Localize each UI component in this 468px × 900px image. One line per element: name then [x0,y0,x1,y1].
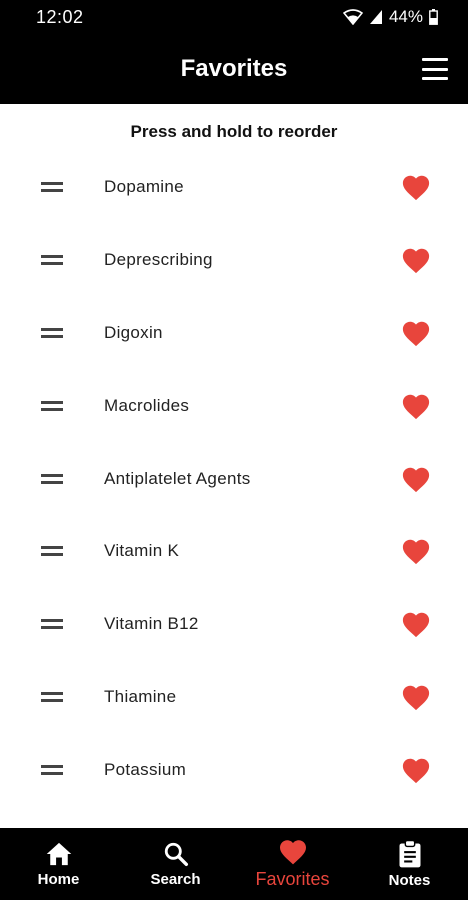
list-item-label[interactable]: Dopamine [104,177,184,197]
list-item-label[interactable]: Antiplatelet Agents [104,469,251,489]
app-bar: Favorites [0,34,468,104]
list-item-label[interactable]: Digoxin [104,323,163,343]
nav-label: Home [37,870,80,888]
nav-search[interactable]: Search [117,828,234,900]
favorites-list: Dopamine Deprescribing Digoxin Macrolide… [0,151,468,806]
heart-icon[interactable] [401,610,431,638]
battery-percent: 44% [388,7,423,26]
nav-label: Favorites [255,868,330,889]
status-time: 12:02 [36,6,84,27]
clipboard-icon [398,839,422,872]
list-item[interactable]: Vitamin K [0,515,468,588]
drag-handle-icon[interactable] [41,473,63,484]
list-item[interactable]: Vitamin B12 [0,588,468,661]
heart-icon[interactable] [401,319,431,347]
battery-icon [429,9,438,25]
drag-handle-icon[interactable] [41,255,63,266]
heart-icon[interactable] [401,173,431,201]
list-item-label[interactable]: Vitamin B12 [104,614,199,634]
bottom-nav: Home Search Favorites Notes [0,828,468,900]
home-icon [45,841,73,871]
drag-handle-icon[interactable] [41,400,63,411]
nav-notes[interactable]: Notes [351,828,468,900]
list-item[interactable]: Potassium [0,733,468,806]
nav-label: Notes [388,871,431,889]
hamburger-menu-icon[interactable] [422,57,448,81]
reorder-hint: Press and hold to reorder [130,122,338,141]
list-item[interactable]: Antiplatelet Agents [0,442,468,515]
wifi-icon [342,9,363,25]
list-item-label[interactable]: Macrolides [104,396,189,416]
heart-icon[interactable] [401,465,431,493]
page-title: Favorites [180,55,288,82]
signal-icon [369,9,383,25]
list-item[interactable]: Dopamine [0,151,468,224]
list-item[interactable]: Macrolides [0,369,468,442]
heart-icon[interactable] [401,756,431,784]
search-icon [163,841,189,871]
list-item[interactable]: Thiamine [0,661,468,734]
list-item[interactable]: Deprescribing [0,224,468,297]
list-item-label[interactable]: Thiamine [104,687,176,707]
status-bar: 12:02 44% [0,0,468,34]
drag-handle-icon[interactable] [41,546,63,557]
nav-favorites[interactable]: Favorites [234,828,351,900]
heart-icon[interactable] [401,537,431,565]
nav-label: Search [150,870,201,888]
drag-handle-icon[interactable] [41,182,63,193]
status-icons: 44% [342,7,438,27]
heart-icon[interactable] [401,683,431,711]
drag-handle-icon[interactable] [41,691,63,702]
nav-home[interactable]: Home [0,828,117,900]
drag-handle-icon[interactable] [41,619,63,630]
heart-icon[interactable] [401,246,431,274]
heart-icon[interactable] [401,392,431,420]
heart-icon [278,839,308,869]
list-item-label[interactable]: Vitamin K [104,541,179,561]
list-item[interactable]: Digoxin [0,297,468,370]
drag-handle-icon[interactable] [41,327,63,338]
drag-handle-icon[interactable] [41,764,63,775]
list-item-label[interactable]: Deprescribing [104,250,213,270]
list-item-label[interactable]: Potassium [104,760,186,780]
